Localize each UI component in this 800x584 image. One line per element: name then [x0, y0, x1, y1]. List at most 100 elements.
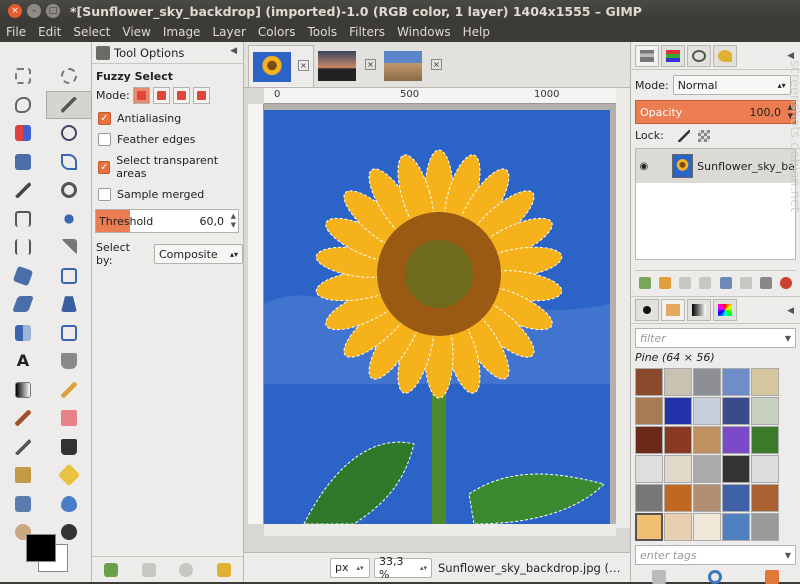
perspective-clone-tool[interactable] [0, 490, 46, 519]
mask-icon[interactable] [759, 276, 772, 289]
horizontal-ruler[interactable]: 0 500 1000 [264, 88, 616, 104]
pattern-swatch[interactable] [693, 484, 721, 512]
pattern-swatch[interactable] [664, 368, 692, 396]
foreground-color[interactable] [26, 534, 56, 562]
eye-icon[interactable]: ◉ [636, 161, 652, 172]
window-maximize-button[interactable]: □ [46, 4, 60, 18]
rect-select-tool[interactable] [0, 62, 46, 91]
canvas[interactable] [264, 104, 616, 525]
menu-windows[interactable]: Windows [391, 25, 457, 39]
bucket-fill-tool[interactable] [46, 347, 92, 376]
restore-options-icon[interactable] [141, 562, 156, 577]
pattern-filter-input[interactable]: filter ▼ [635, 328, 796, 348]
horizontal-scrollbar[interactable] [264, 524, 616, 536]
image-tab-3[interactable]: × [380, 45, 446, 87]
new-group-icon[interactable] [659, 276, 672, 289]
pattern-swatch[interactable] [635, 397, 663, 425]
pattern-swatch[interactable] [722, 455, 750, 483]
save-options-icon[interactable] [103, 562, 118, 577]
menu-file[interactable]: File [0, 25, 32, 39]
delete-layer-icon[interactable] [779, 276, 792, 289]
pattern-swatch[interactable] [751, 368, 779, 396]
scissors-tool[interactable] [46, 119, 92, 148]
brushes-tab[interactable] [635, 299, 659, 321]
feather-edges-checkbox[interactable]: Feather edges [98, 133, 243, 146]
select-transparent-checkbox[interactable]: ✓ Select transparent areas [98, 154, 243, 180]
align-tool[interactable] [0, 233, 46, 262]
mode-intersect-button[interactable] [192, 87, 210, 104]
unit-dropdown[interactable]: px ▴▾ [330, 557, 370, 578]
pattern-swatch[interactable] [722, 397, 750, 425]
channels-tab[interactable] [661, 44, 685, 67]
free-select-tool[interactable] [0, 91, 46, 120]
pattern-swatch[interactable] [751, 455, 779, 483]
eraser-tool[interactable] [46, 404, 92, 433]
close-icon[interactable]: × [298, 60, 309, 71]
pattern-swatch[interactable] [722, 368, 750, 396]
shear-tool[interactable] [0, 290, 46, 319]
rotate-tool[interactable] [0, 262, 46, 291]
blur-tool[interactable] [46, 490, 92, 519]
close-icon[interactable]: × [365, 59, 376, 70]
pattern-swatch[interactable] [751, 513, 779, 541]
zoom-tool[interactable] [46, 176, 92, 205]
lock-alpha-icon[interactable] [697, 129, 710, 142]
menu-edit[interactable]: Edit [32, 25, 67, 39]
clone-tool[interactable] [0, 461, 46, 490]
move-tool[interactable] [46, 205, 92, 234]
layer-mode-dropdown[interactable]: Normal ▴▾ [672, 75, 791, 95]
vertical-scrollbar[interactable] [616, 88, 630, 528]
heal-tool[interactable] [46, 461, 92, 490]
pattern-swatch[interactable] [664, 426, 692, 454]
pattern-swatch[interactable] [751, 484, 779, 512]
image-tab-2[interactable]: × [314, 45, 380, 87]
pattern-swatch[interactable] [635, 513, 663, 541]
pattern-swatch[interactable] [635, 455, 663, 483]
new-layer-icon[interactable] [639, 276, 652, 289]
menu-filters[interactable]: Filters [343, 25, 391, 39]
flip-tool[interactable] [0, 319, 46, 348]
fuzzy-select-tool[interactable] [46, 90, 92, 119]
gradients-tab[interactable] [687, 299, 711, 321]
lower-layer-icon[interactable] [699, 276, 712, 289]
duplicate-layer-icon[interactable] [719, 276, 732, 289]
ink-tool[interactable] [46, 433, 92, 462]
pattern-swatch[interactable] [635, 484, 663, 512]
pencil-tool[interactable] [46, 376, 92, 405]
pattern-swatch[interactable] [664, 397, 692, 425]
measure-tool[interactable] [0, 205, 46, 234]
threshold-slider[interactable]: Threshold 60,0 ▲ ▼ [95, 209, 239, 233]
pattern-swatch[interactable] [635, 368, 663, 396]
sample-merged-checkbox[interactable]: Sample merged [98, 188, 243, 201]
select-by-dropdown[interactable]: Composite ▴▾ [153, 244, 243, 264]
mode-subtract-button[interactable] [172, 87, 190, 104]
zoom-dropdown[interactable]: 33,3 % ▴▾ [374, 555, 432, 581]
menu-tools[interactable]: Tools [302, 25, 344, 39]
ellipse-select-tool[interactable] [46, 62, 92, 91]
pattern-swatch[interactable] [635, 426, 663, 454]
antialiasing-checkbox[interactable]: ✓ Antialiasing [98, 112, 243, 125]
pattern-swatch[interactable] [693, 426, 721, 454]
palettes-tab[interactable] [713, 299, 737, 321]
delete-options-icon[interactable] [179, 562, 194, 577]
spin-arrows-icon[interactable]: ▲ ▼ [231, 212, 236, 230]
pattern-swatch[interactable] [693, 368, 721, 396]
paths-tab[interactable] [687, 44, 711, 67]
color-swatches[interactable] [20, 534, 80, 574]
undo-tab[interactable] [713, 44, 737, 67]
pattern-swatch[interactable] [722, 513, 750, 541]
cage-transform-tool[interactable] [46, 319, 92, 348]
dock-menu-icon[interactable]: ◀ [230, 46, 237, 56]
menu-colors[interactable]: Colors [252, 25, 302, 39]
pattern-swatch[interactable] [722, 484, 750, 512]
opacity-slider[interactable]: Opacity 100,0 ▲ ▼ [635, 100, 796, 124]
close-icon[interactable]: × [431, 59, 442, 70]
scale-tool[interactable] [46, 262, 92, 291]
pattern-swatch[interactable] [693, 397, 721, 425]
pattern-swatch[interactable] [693, 513, 721, 541]
paintbrush-tool[interactable] [0, 404, 46, 433]
menu-layer[interactable]: Layer [206, 25, 251, 39]
pattern-swatch[interactable] [664, 455, 692, 483]
lock-pixels-icon[interactable] [677, 129, 690, 142]
menu-select[interactable]: Select [67, 25, 116, 39]
